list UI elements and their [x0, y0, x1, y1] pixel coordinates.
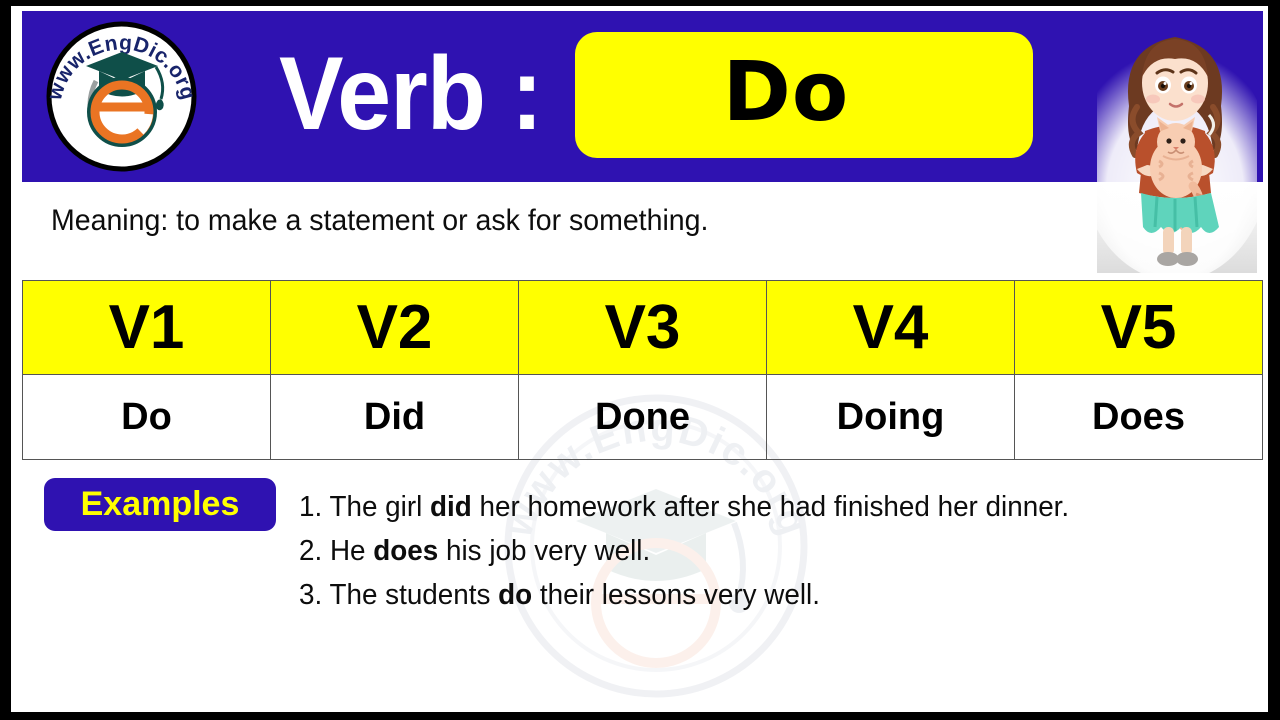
verb-label: Verb : [279, 36, 543, 152]
table-header-v4: V4 [766, 280, 1015, 375]
example-1-after: her homework after she had finished her … [471, 491, 1070, 523]
verb-form-v1: Do [22, 374, 271, 460]
example-1-number: 1. [299, 491, 323, 523]
table-header-row: V1 V2 V3 V4 V5 [22, 280, 1263, 375]
verb-value: Do [722, 44, 850, 140]
examples-badge-label: Examples [80, 485, 240, 523]
examples-badge: Examples [44, 478, 276, 531]
table-header-v2: V2 [270, 280, 519, 375]
example-item-1: 1. The girl did her homework after she h… [299, 485, 1211, 529]
table-header-v3: V3 [518, 280, 767, 375]
example-3-bold: do [498, 579, 533, 611]
verb-value-box: Do [575, 32, 1033, 158]
example-item-2: 2. He does his job very well. [299, 529, 1211, 573]
examples-list: 1. The girl did her homework after she h… [299, 485, 1249, 617]
verb-form-v2: Did [270, 374, 519, 460]
meaning-text: Meaning: to make a statement or ask for … [51, 204, 709, 237]
example-2-after: his job very well. [438, 535, 651, 567]
example-3-number: 3. [299, 579, 323, 611]
verb-form-v4: Doing [766, 374, 1015, 460]
verb-form-v3: Done [518, 374, 767, 460]
example-2-number: 2. [299, 535, 323, 567]
table-header-v5: V5 [1014, 280, 1263, 375]
example-3-after: their lessons very well. [532, 579, 820, 611]
example-2-before: He [322, 535, 374, 567]
girl-illustration [1080, 11, 1268, 281]
poster-page: www.EngDic.org www.EngDic.org Verb: Do … [0, 0, 1280, 720]
verb-form-v5: Does [1014, 374, 1263, 460]
poster-inner: www.EngDic.org www.EngDic.org Verb: Do … [11, 6, 1268, 712]
table-row: Do Did Done Doing Does [22, 374, 1263, 460]
example-3-before: The students [322, 579, 499, 611]
verb-forms-table: V1 V2 V3 V4 V5 Do Did Done Doing Does [22, 280, 1263, 460]
example-1-bold: did [430, 491, 472, 523]
example-1-before: The girl [322, 491, 431, 523]
example-item-3: 3. The students do their lessons very we… [299, 573, 1211, 617]
example-2-bold: does [373, 535, 439, 567]
table-header-v1: V1 [22, 280, 271, 375]
engdic-logo: www.EngDic.org [43, 19, 199, 174]
